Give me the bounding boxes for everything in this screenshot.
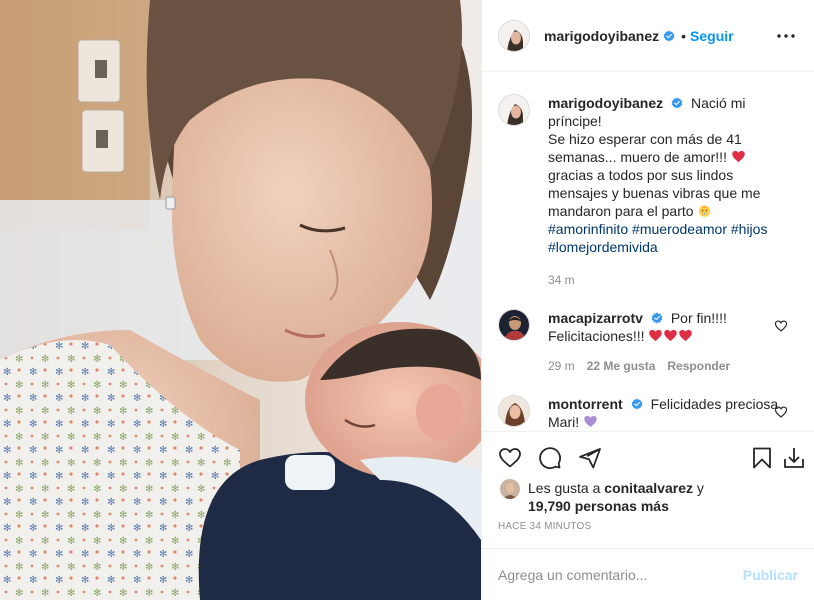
hashtag-link[interactable]: #muerodeamor xyxy=(632,221,727,237)
red-heart-emoji xyxy=(664,329,678,342)
mother-baby-photo: ✻ ✻ xyxy=(0,0,481,600)
hashtag-link[interactable]: #lomejordemivida xyxy=(548,239,658,255)
likes-prefix: Les gusta a xyxy=(528,480,601,496)
follow-button[interactable]: Seguir xyxy=(690,28,734,44)
caption-meta: 34 m xyxy=(548,271,798,289)
author-avatar[interactable] xyxy=(498,19,530,52)
comments-list[interactable]: marigodoyibanez Nació mi príncipe! Se hi… xyxy=(482,72,814,431)
caption-line: semanas... muero de amor!!! xyxy=(548,149,727,165)
add-comment-bar: Publicar xyxy=(482,548,814,600)
comment-item: montorrent Felicidades preciosa Mari! xyxy=(498,395,798,431)
comment-text: Felicidades preciosa xyxy=(650,396,779,412)
heart-icon[interactable] xyxy=(498,446,522,470)
purple-heart-emoji xyxy=(584,415,597,428)
caption-line: mensajes y buenas vibras que me xyxy=(548,185,761,201)
baby-emoji xyxy=(699,205,711,217)
more-options-icon xyxy=(777,33,795,38)
author-avatar-caption[interactable] xyxy=(498,94,530,126)
like-comment-heart-icon[interactable] xyxy=(774,405,788,419)
caption-line: mandaron para el parto xyxy=(548,203,694,219)
bookmark-icon[interactable] xyxy=(750,446,774,470)
caption-line: gracias a todos por sus lindos xyxy=(548,167,734,183)
comment-meta: 29 m 22 Me gusta Responder xyxy=(548,357,798,375)
caption-body: marigodoyibanez Nació mi príncipe! Se hi… xyxy=(548,94,798,289)
comment-item: macapizarrotv Por fin!!!! Felicitaciones… xyxy=(498,309,798,375)
hashtag-link[interactable]: #hijos xyxy=(731,221,768,237)
comment-text: Por fin!!!! xyxy=(670,310,727,326)
caption-line: Se hizo esperar con más de 41 xyxy=(548,131,742,147)
verified-badge-icon xyxy=(663,30,675,41)
download-icon[interactable] xyxy=(782,446,806,470)
action-bar xyxy=(482,431,814,483)
post-header: marigodoyibanez • Seguir xyxy=(482,0,814,72)
more-options-button[interactable] xyxy=(774,24,798,48)
likes-summary: Les gusta a conitaalvarez y 19,790 perso… xyxy=(498,479,798,515)
verified-badge-icon xyxy=(651,312,663,324)
liker-avatar[interactable] xyxy=(500,479,520,499)
comment-icon[interactable] xyxy=(538,446,562,470)
red-heart-emoji xyxy=(649,329,663,342)
caption-username[interactable]: marigodoyibanez xyxy=(548,95,663,111)
red-heart-emoji xyxy=(732,150,745,163)
comment-text: Felicitaciones!!! xyxy=(548,328,645,344)
comment-text: Mari! xyxy=(548,414,580,430)
comment-time[interactable]: 29 m xyxy=(548,357,575,375)
commenter-avatar[interactable] xyxy=(498,395,530,427)
publish-button[interactable]: Publicar xyxy=(743,567,798,583)
liker-username[interactable]: conitaalvarez xyxy=(604,480,693,496)
likes-others-count[interactable]: 19,790 personas más xyxy=(528,498,669,514)
header-separator: • xyxy=(681,27,687,44)
comment-like-count[interactable]: 22 Me gusta xyxy=(587,357,656,375)
like-comment-heart-icon[interactable] xyxy=(774,319,788,333)
instagram-post: ✻ ✻ xyxy=(0,0,814,600)
reply-button[interactable]: Responder xyxy=(667,357,730,375)
comment-input[interactable] xyxy=(498,566,743,583)
red-heart-emoji xyxy=(679,329,693,342)
hashtag-link[interactable]: #amorinfinito xyxy=(548,221,628,237)
caption-time[interactable]: 34 m xyxy=(548,271,575,289)
likes-joiner: y xyxy=(696,480,704,496)
share-icon[interactable] xyxy=(578,446,602,470)
likes-text: Les gusta a conitaalvarez y 19,790 perso… xyxy=(528,479,704,515)
post-time-ago[interactable]: HACE 34 MINUTOS xyxy=(498,521,591,532)
author-username[interactable]: marigodoyibanez xyxy=(544,28,659,44)
comment-body: macapizarrotv Por fin!!!! Felicitaciones… xyxy=(548,309,798,375)
verified-badge-icon xyxy=(671,97,683,109)
comment-username[interactable]: montorrent xyxy=(548,396,623,412)
post-side-panel: marigodoyibanez • Seguir marigodoyibanez… xyxy=(481,0,814,600)
comment-body: montorrent Felicidades preciosa Mari! xyxy=(548,395,798,431)
comment-username[interactable]: macapizarrotv xyxy=(548,310,643,326)
post-caption: marigodoyibanez Nació mi príncipe! Se hi… xyxy=(498,94,798,289)
commenter-avatar[interactable] xyxy=(498,309,530,341)
post-photo[interactable]: ✻ ✻ xyxy=(0,0,481,600)
verified-badge-icon xyxy=(631,398,643,410)
